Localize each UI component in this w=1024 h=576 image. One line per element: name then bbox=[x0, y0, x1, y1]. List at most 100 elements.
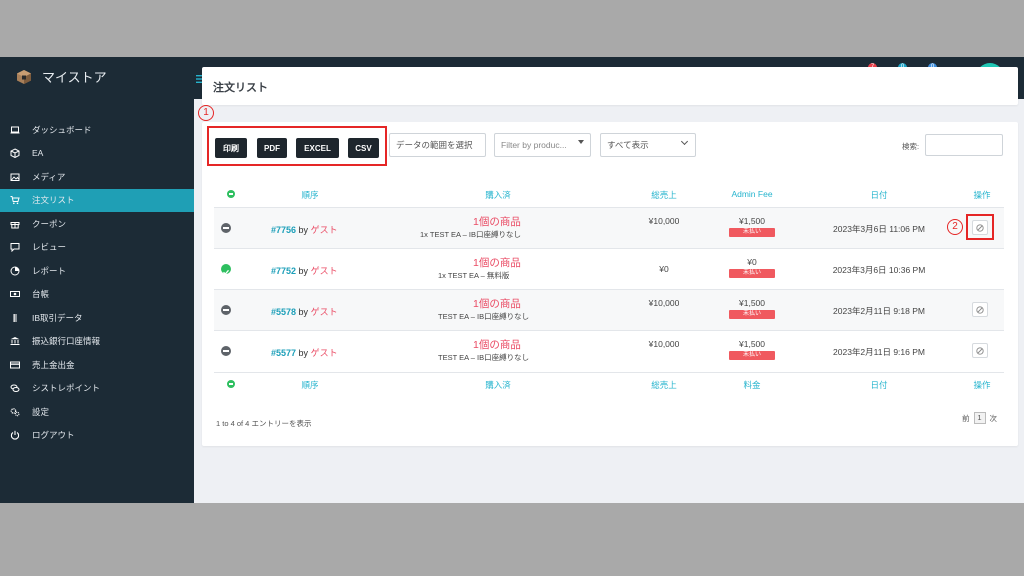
sidebar-item-settings[interactable]: 設定 bbox=[0, 400, 194, 424]
order-date: 2023年2月11日 9:18 PM bbox=[833, 306, 925, 316]
status-filter-select[interactable]: すべて表示 bbox=[600, 133, 696, 157]
order-id-link[interactable]: #5578 bbox=[271, 307, 296, 317]
action-button[interactable] bbox=[972, 302, 988, 317]
bank-icon bbox=[10, 337, 20, 346]
sidebar-item-reports[interactable]: レポート bbox=[0, 259, 194, 283]
gift-icon bbox=[10, 221, 20, 229]
search-label: 検索: bbox=[902, 142, 920, 151]
sidebar-item-withdrawal[interactable]: 売上金出金 bbox=[0, 353, 194, 377]
order-total: ¥10,000 bbox=[648, 298, 680, 308]
footer-date[interactable]: 日付 bbox=[870, 379, 887, 391]
sidebar-nav: ダッシュボード EA メディア 注文リスト クーポン レビュー レポート 台帳 … bbox=[0, 99, 194, 447]
sidebar-item-ledger[interactable]: 台帳 bbox=[0, 283, 194, 307]
sidebar-item-label: EA bbox=[32, 148, 44, 159]
csv-button[interactable]: CSV bbox=[348, 138, 379, 158]
sidebar-item-label: メディア bbox=[32, 171, 66, 182]
annotation-marker-1: 1 bbox=[198, 105, 214, 121]
sidebar-item-label: 売上金出金 bbox=[32, 359, 75, 370]
sidebar-item-dashboard[interactable]: ダッシュボード bbox=[0, 118, 194, 142]
sidebar-item-ea[interactable]: EA bbox=[0, 142, 194, 166]
collapse-icon[interactable] bbox=[221, 305, 231, 315]
prev-page-button[interactable]: 前 bbox=[962, 413, 970, 424]
admin-fee: ¥1,500 bbox=[739, 339, 765, 349]
order-total: ¥0 bbox=[659, 264, 669, 274]
toggle-all-icon[interactable] bbox=[227, 380, 235, 388]
date-range-button[interactable]: データの範囲を選択 bbox=[389, 133, 486, 157]
fee-status-badge: 未払い bbox=[729, 228, 775, 237]
fee-status-badge: 未払い bbox=[729, 351, 775, 360]
footer-purchased[interactable]: 購入済 bbox=[485, 379, 511, 391]
sidebar-item-points[interactable]: シストレポイント bbox=[0, 377, 194, 401]
print-button[interactable]: 印刷 bbox=[215, 138, 247, 158]
footer-order[interactable]: 順序 bbox=[301, 379, 318, 391]
entries-info: 1 to 4 of 4 エントリーを表示 bbox=[216, 419, 312, 428]
sidebar-item-label: 台帳 bbox=[32, 289, 50, 300]
brand[interactable]: マイストア bbox=[16, 67, 107, 86]
page-1-button[interactable]: 1 bbox=[973, 412, 986, 424]
laptop-icon bbox=[10, 126, 20, 134]
header-admin-fee[interactable]: Admin Fee bbox=[731, 189, 772, 199]
caret-down-icon bbox=[578, 140, 584, 144]
order-id-link[interactable]: #7752 bbox=[271, 266, 296, 276]
items-title[interactable]: 1個の商品 bbox=[473, 337, 521, 352]
items-title[interactable]: 1個の商品 bbox=[473, 214, 521, 229]
customer-link[interactable]: ゲスト bbox=[311, 266, 338, 276]
product-filter-label: Filter by produc... bbox=[501, 140, 567, 150]
pdf-button[interactable]: PDF bbox=[257, 138, 287, 158]
header-date[interactable]: 日付 bbox=[870, 189, 887, 201]
sidebar: ダッシュボード EA メディア 注文リスト クーポン レビュー レポート 台帳 … bbox=[0, 99, 194, 503]
order-date: 2023年3月6日 11:06 PM bbox=[833, 224, 925, 234]
sidebar-item-logout[interactable]: ログアウト bbox=[0, 424, 194, 448]
sidebar-item-bank-account[interactable]: 振込銀行口座情報 bbox=[0, 330, 194, 354]
order-id-link[interactable]: #5577 bbox=[271, 348, 296, 358]
customer-link[interactable]: ゲスト bbox=[311, 348, 338, 358]
customer-link[interactable]: ゲスト bbox=[311, 225, 338, 235]
order-by: by bbox=[298, 266, 309, 276]
order-by: by bbox=[298, 307, 309, 317]
toggle-all-icon[interactable] bbox=[227, 190, 235, 198]
sidebar-item-reviews[interactable]: レビュー bbox=[0, 236, 194, 260]
collapse-icon[interactable] bbox=[221, 346, 231, 356]
footer-total[interactable]: 総売上 bbox=[651, 379, 677, 391]
header-order[interactable]: 順序 bbox=[301, 189, 318, 201]
excel-button[interactable]: EXCEL bbox=[296, 138, 339, 158]
product-filter-select[interactable]: Filter by produc... bbox=[494, 133, 591, 157]
footer-fee[interactable]: 料金 bbox=[743, 379, 760, 391]
header-total[interactable]: 総売上 bbox=[651, 189, 677, 201]
sidebar-item-media[interactable]: メディア bbox=[0, 165, 194, 189]
ban-icon bbox=[976, 346, 984, 355]
sidebar-item-coupons[interactable]: クーポン bbox=[0, 212, 194, 236]
items-title[interactable]: 1個の商品 bbox=[473, 255, 521, 270]
sidebar-item-label: クーポン bbox=[32, 218, 67, 229]
admin-fee: ¥1,500 bbox=[739, 216, 765, 226]
items-detail: 1x TEST EA – IB口座縛りなし bbox=[420, 230, 522, 239]
order-by: by bbox=[298, 348, 309, 358]
admin-fee: ¥0 bbox=[747, 257, 757, 267]
action-button[interactable] bbox=[972, 343, 988, 358]
order-id-link[interactable]: #7756 bbox=[271, 225, 296, 235]
customer-link[interactable]: ゲスト bbox=[311, 307, 338, 317]
check-icon[interactable] bbox=[221, 264, 231, 275]
order-date: 2023年3月6日 10:36 PM bbox=[832, 265, 926, 275]
check-mark-icon bbox=[223, 269, 229, 275]
sidebar-item-label: シストレポイント bbox=[32, 383, 101, 394]
next-page-button[interactable]: 次 bbox=[990, 413, 998, 424]
cube-icon bbox=[10, 148, 20, 159]
items-title[interactable]: 1個の商品 bbox=[473, 296, 521, 311]
search-input[interactable] bbox=[925, 134, 1003, 156]
chevron-down-icon bbox=[680, 137, 689, 146]
sidebar-item-orders[interactable]: 注文リスト bbox=[0, 188, 194, 212]
annotation-marker-2: 2 bbox=[947, 219, 963, 235]
header-purchased[interactable]: 購入済 bbox=[485, 189, 511, 201]
sidebar-item-label: IB取引データ bbox=[32, 312, 83, 323]
ban-icon bbox=[976, 305, 984, 314]
sidebar-item-ib-data[interactable]: IB取引データ bbox=[0, 306, 194, 330]
main-content: 注文リスト 1 印刷 PDF EXCEL CSV データの範囲を選択 Filte… bbox=[198, 67, 1018, 446]
date-range-label: データの範囲を選択 bbox=[396, 140, 473, 150]
order-cell: #5577 by ゲスト bbox=[271, 346, 338, 359]
order-total: ¥10,000 bbox=[648, 339, 680, 349]
action-button-highlight bbox=[966, 214, 994, 240]
order-total: ¥10,000 bbox=[648, 216, 680, 226]
collapse-icon[interactable] bbox=[221, 223, 231, 233]
coins-icon bbox=[10, 384, 20, 393]
